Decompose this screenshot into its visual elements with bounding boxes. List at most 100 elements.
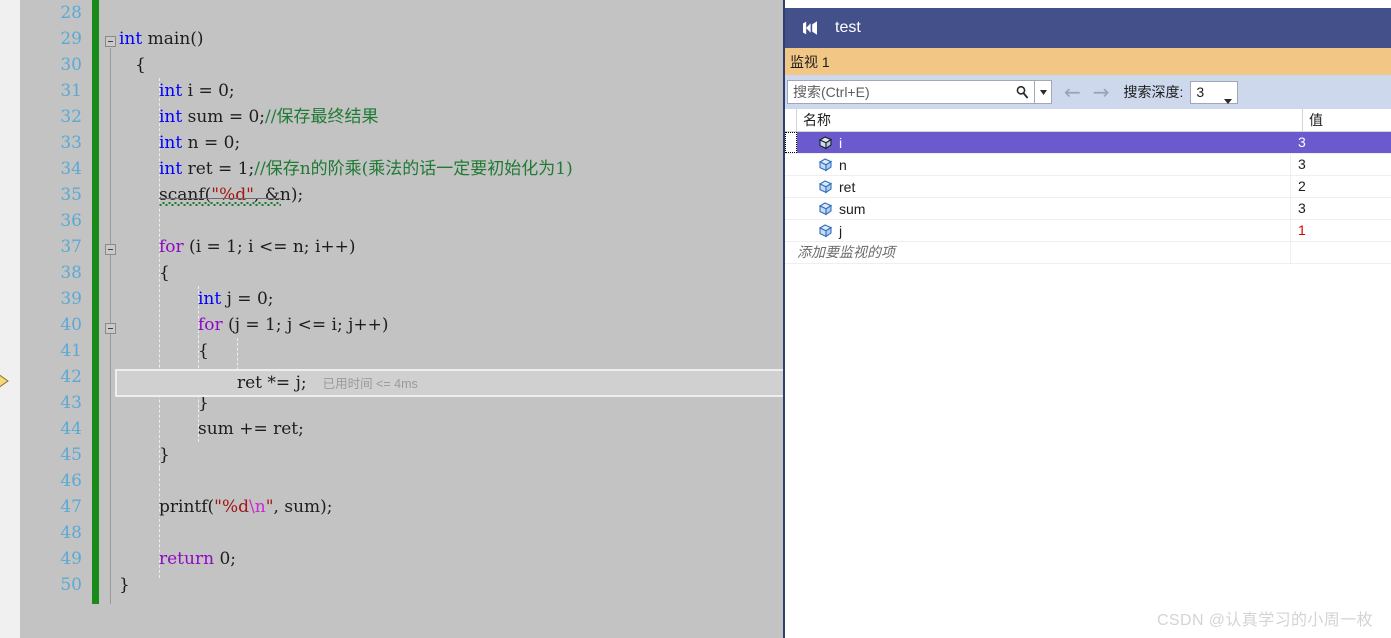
watch-row-name-cell[interactable]: ret: [797, 176, 1291, 197]
outlining-margin[interactable]: [103, 0, 119, 638]
watch-variable-value[interactable]: 2: [1291, 176, 1391, 197]
search-next-button[interactable]: →: [1093, 82, 1110, 102]
line-number: 32: [60, 107, 82, 127]
search-options-dropdown[interactable]: [1035, 80, 1052, 104]
line-number: 36: [60, 211, 82, 231]
table-row[interactable]: i 3: [785, 132, 1391, 154]
watch-row-name-cell[interactable]: j: [797, 220, 1291, 241]
row-expander[interactable]: [785, 132, 797, 153]
visual-studio-logo-icon: [799, 17, 821, 39]
code-line-41: {: [198, 341, 209, 361]
table-row[interactable]: n 3: [785, 154, 1391, 176]
add-watch-row[interactable]: 添加要监视的项: [785, 242, 1391, 264]
line-number: 41: [60, 341, 82, 361]
column-header-value[interactable]: 值: [1303, 109, 1391, 131]
add-watch-value-cell[interactable]: [1291, 242, 1391, 263]
code-editor[interactable]: 28 29 30 31 32 33 34 35 36 37 38 39 40 4…: [0, 0, 783, 638]
table-row[interactable]: j 1: [785, 220, 1391, 242]
column-header-name[interactable]: 名称: [797, 109, 1303, 131]
string-literal-close: ": [265, 497, 274, 517]
row-expander[interactable]: [785, 220, 797, 241]
search-icon[interactable]: [1015, 85, 1030, 100]
watch-row-name-cell[interactable]: sum: [797, 198, 1291, 219]
watch-variable-name: sum: [839, 200, 866, 217]
line-number: 43: [60, 393, 82, 413]
keyword-for: for: [159, 237, 184, 257]
line-number-gutter: 28 29 30 31 32 33 34 35 36 37 38 39 40 4…: [20, 0, 92, 638]
code-line-33: int n = 0;: [159, 133, 241, 153]
column-header-spacer: [785, 109, 797, 131]
add-watch-placeholder[interactable]: 添加要监视的项: [785, 242, 1291, 263]
fold-toggle-for-inner[interactable]: [105, 323, 116, 334]
keyword-int: int: [198, 289, 222, 309]
line-number: 40: [60, 315, 82, 335]
line-number: 29: [60, 29, 82, 49]
watch-variable-name: j: [839, 222, 843, 239]
watch-variable-value[interactable]: 3: [1291, 132, 1391, 153]
keyword-int: int: [159, 107, 183, 127]
watch-variable-value[interactable]: 3: [1291, 154, 1391, 175]
fold-toggle-main[interactable]: [105, 36, 116, 47]
line-number: 47: [60, 497, 82, 517]
watch-row-name-cell[interactable]: n: [797, 154, 1291, 175]
search-input[interactable]: 搜索(Ctrl+E): [787, 80, 1035, 104]
line-number: 42: [60, 367, 82, 387]
line-number: 50: [60, 575, 82, 595]
search-depth-label: 搜索深度:: [1123, 84, 1184, 100]
watch-variable-value[interactable]: 1: [1291, 220, 1391, 241]
watch-window-title: test: [835, 19, 861, 36]
watch-tab[interactable]: 监视 1: [785, 48, 1391, 75]
line-number: 46: [60, 471, 82, 491]
line-number: 31: [60, 81, 82, 101]
keyword-return: return: [159, 549, 215, 569]
function-main: main(): [142, 29, 204, 49]
watch-window[interactable]: test 监视 1 搜索(Ctrl+E) ← → 搜索深度: 3 名称 值 i …: [783, 0, 1391, 638]
code-line-37: for (i = 1; i <= n; i++): [159, 237, 356, 257]
screenshot-root: 28 29 30 31 32 33 34 35 36 37 38 39 40 4…: [0, 0, 1391, 638]
line-number: 35: [60, 185, 82, 205]
code-line-30: {: [135, 55, 146, 75]
line-number: 30: [60, 55, 82, 75]
line-number: 49: [60, 549, 82, 569]
watch-titlebar[interactable]: test: [785, 8, 1391, 48]
search-prev-button[interactable]: ←: [1064, 82, 1081, 102]
code-line-32: int sum = 0;//保存最终结果: [159, 107, 379, 127]
search-depth-value: 3: [1196, 84, 1205, 100]
warning-squiggle: [159, 202, 281, 206]
variable-icon: [817, 179, 834, 194]
csdn-watermark: CSDN @认真学习的小周一枚: [1156, 612, 1373, 629]
comment-sum: //保存最终结果: [265, 107, 379, 127]
variable-icon: [817, 135, 834, 150]
code-line-50: }: [119, 575, 130, 595]
line-number: 38: [60, 263, 82, 283]
row-expander[interactable]: [785, 176, 797, 197]
fold-toggle-for-outer[interactable]: [105, 244, 116, 255]
chevron-down-icon: [1039, 89, 1047, 95]
table-row[interactable]: ret 2: [785, 176, 1391, 198]
table-row[interactable]: sum 3: [785, 198, 1391, 220]
watch-row-name-cell[interactable]: i: [797, 132, 1291, 153]
keyword-int: int: [159, 159, 183, 179]
line-number: 34: [60, 159, 82, 179]
row-expander[interactable]: [785, 198, 797, 219]
watch-grid-header: 名称 值: [785, 109, 1391, 132]
line-number: 28: [60, 3, 82, 23]
code-line-47: printf("%d\n", sum);: [159, 497, 333, 517]
watch-toolbar[interactable]: 搜索(Ctrl+E) ← → 搜索深度: 3: [785, 75, 1391, 109]
search-depth-select[interactable]: 3: [1190, 80, 1239, 104]
line-number: 37: [60, 237, 82, 257]
code-line-45: }: [159, 445, 170, 465]
chevron-down-icon: [1224, 91, 1233, 109]
breakpoint-margin[interactable]: [0, 0, 20, 638]
perf-tip-label: 已用时间 <= 4ms: [322, 377, 418, 391]
keyword-for: for: [198, 315, 223, 335]
code-line-31: int i = 0;: [159, 81, 235, 101]
variable-icon: [817, 157, 834, 172]
watch-grid[interactable]: 名称 值 i 3 n 3 ret 2 sum 3 j 1 添加要监视的项: [785, 109, 1391, 264]
code-line-29: int main(): [119, 26, 204, 52]
code-text-surface[interactable]: int main() { int i = 0; int sum = 0;//保存…: [119, 0, 783, 638]
variable-icon: [817, 223, 834, 238]
row-expander[interactable]: [785, 154, 797, 175]
search-input-placeholder: 搜索(Ctrl+E): [793, 84, 870, 100]
watch-variable-value[interactable]: 3: [1291, 198, 1391, 219]
